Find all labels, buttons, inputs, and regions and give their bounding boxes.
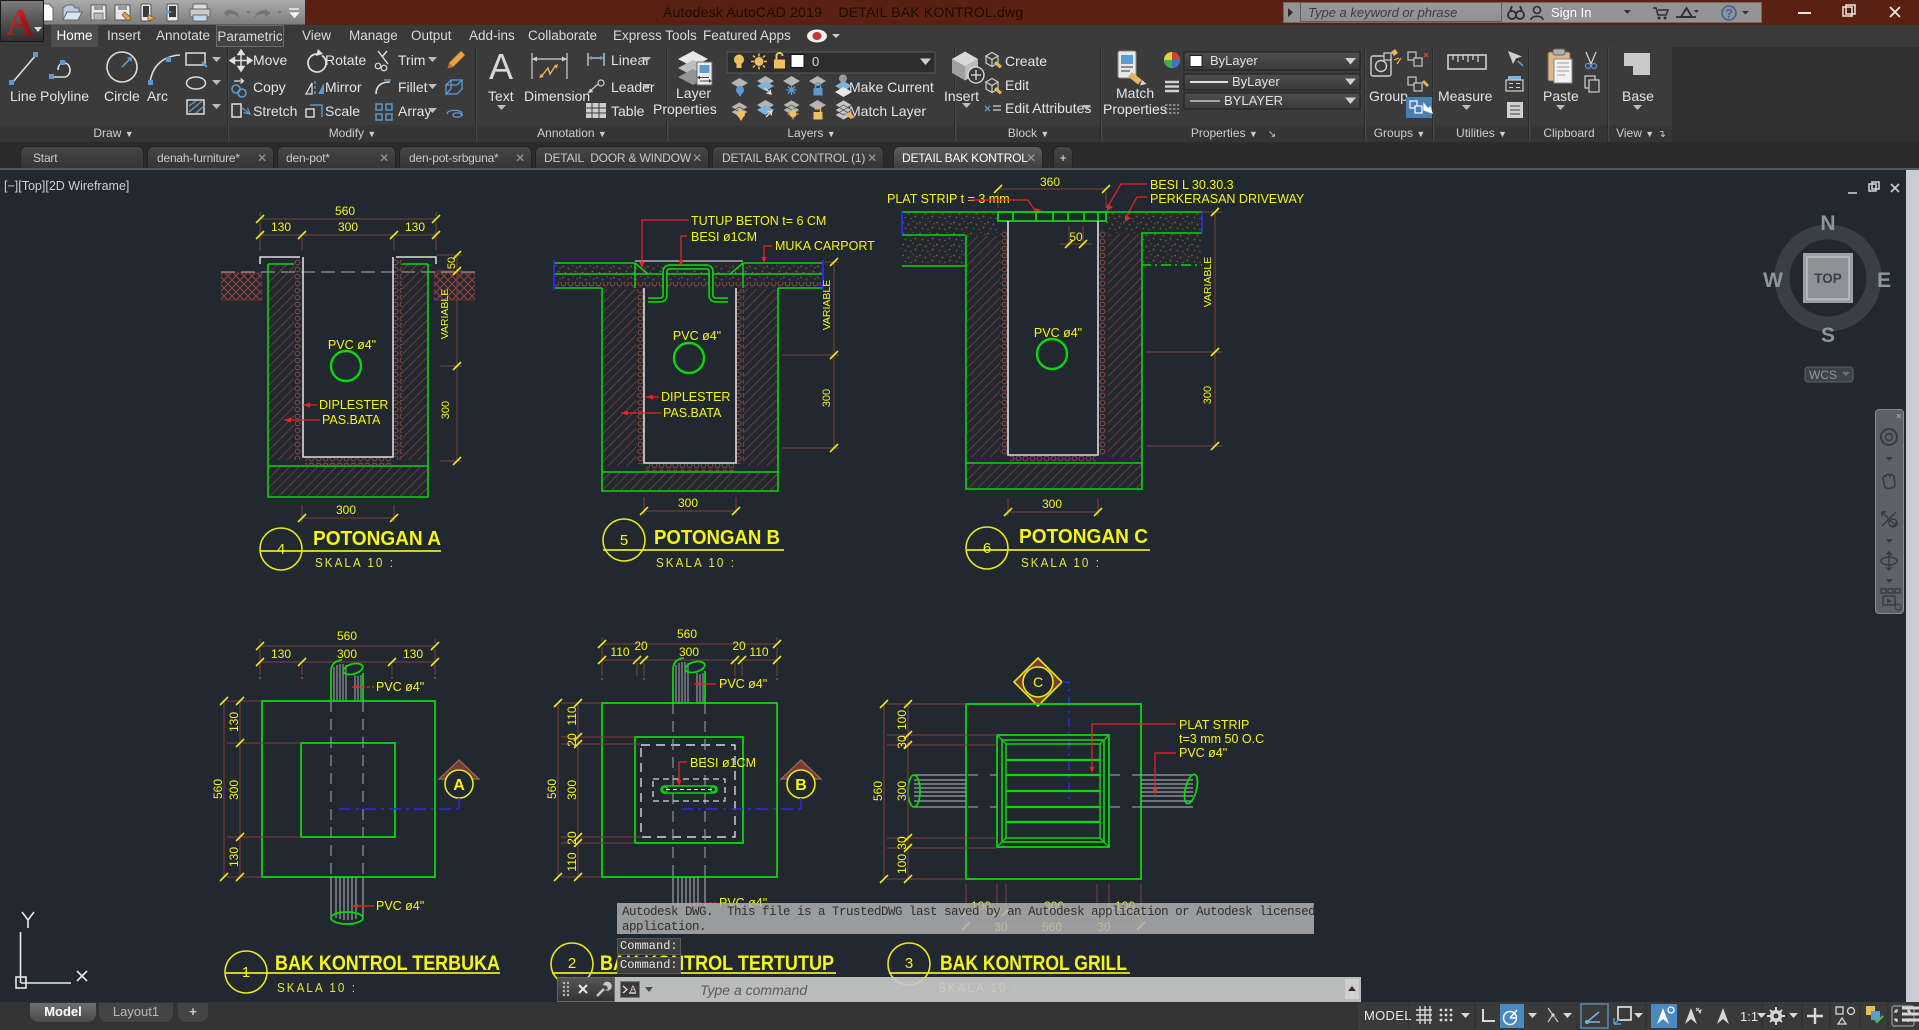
- svg-text:E: E: [1877, 269, 1891, 292]
- svg-text:PAS.BATA: PAS.BATA: [322, 413, 381, 427]
- svg-text:PVC ø4": PVC ø4": [376, 680, 424, 694]
- svg-text:VARIABLE: VARIABLE: [821, 280, 833, 331]
- svg-text:30: 30: [895, 735, 909, 749]
- svg-text:B: B: [795, 777, 807, 794]
- svg-text:20: 20: [634, 639, 648, 653]
- svg-text:4: 4: [277, 541, 285, 558]
- svg-text:PERKERASAN DRIVEWAY: PERKERASAN DRIVEWAY: [1150, 192, 1305, 206]
- svg-text:130: 130: [227, 847, 241, 867]
- svg-text:6: 6: [983, 540, 991, 557]
- svg-text:PVC ø4": PVC ø4": [1179, 746, 1227, 760]
- svg-text:PVC ø4": PVC ø4": [376, 899, 424, 913]
- svg-text:560: 560: [545, 779, 559, 799]
- svg-text:110: 110: [749, 645, 768, 659]
- svg-text:300: 300: [336, 503, 356, 517]
- svg-text:PVC ø4": PVC ø4": [719, 677, 767, 691]
- svg-text:300: 300: [678, 496, 698, 510]
- svg-text:20: 20: [565, 831, 579, 845]
- svg-text:VARIABLE: VARIABLE: [439, 289, 451, 340]
- svg-text:560: 560: [871, 781, 885, 801]
- svg-text:560: 560: [335, 204, 355, 218]
- svg-text:130: 130: [271, 647, 291, 661]
- svg-text:BYLAYER: BYLAYER: [1224, 93, 1283, 108]
- svg-text:1:1: 1:1: [1740, 1009, 1758, 1024]
- svg-text:100: 100: [895, 710, 909, 730]
- svg-text:BESI ø1CM: BESI ø1CM: [691, 230, 757, 244]
- svg-text:SKALA 10 :: SKALA 10 :: [1021, 556, 1101, 570]
- svg-text:S: S: [1821, 324, 1835, 347]
- svg-text:560: 560: [211, 779, 225, 799]
- svg-text:SKALA 10 :: SKALA 10 :: [277, 981, 357, 995]
- svg-text:?: ?: [1725, 7, 1732, 21]
- svg-text:POTONGAN B: POTONGAN B: [654, 526, 780, 549]
- svg-text:110: 110: [565, 852, 579, 871]
- svg-text:DIPLESTER: DIPLESTER: [661, 390, 730, 404]
- svg-text:A: A: [489, 47, 513, 87]
- svg-text:POTONGAN C: POTONGAN C: [1019, 525, 1148, 548]
- svg-text:ByLayer: ByLayer: [1232, 74, 1280, 89]
- svg-text:130: 130: [227, 712, 241, 732]
- svg-text:TUTUP BETON t= 6 CM: TUTUP BETON t= 6 CM: [691, 214, 826, 228]
- svg-text:N: N: [1820, 212, 1835, 235]
- svg-text:360: 360: [1040, 175, 1060, 189]
- svg-text:C: C: [1033, 674, 1043, 690]
- svg-text:BESI L 30.30.3: BESI L 30.30.3: [1150, 178, 1234, 192]
- svg-text:MUKA CARPORT: MUKA CARPORT: [775, 239, 875, 253]
- svg-text:300: 300: [1042, 497, 1062, 511]
- svg-text:130: 130: [405, 220, 425, 234]
- svg-text:WCS: WCS: [1809, 368, 1837, 382]
- svg-text:t=3 mm 50 O.C: t=3 mm 50 O.C: [1179, 732, 1264, 746]
- svg-text:SKALA 10 :: SKALA 10 :: [656, 556, 736, 570]
- svg-text:300: 300: [227, 780, 241, 800]
- svg-text:560: 560: [337, 629, 357, 643]
- svg-text:300: 300: [338, 220, 358, 234]
- svg-text:0: 0: [812, 54, 819, 69]
- svg-text:A: A: [453, 777, 465, 794]
- svg-text:PVC ø4": PVC ø4": [328, 338, 376, 352]
- svg-text:1: 1: [242, 964, 250, 981]
- svg-text:300: 300: [895, 781, 909, 801]
- svg-text:110: 110: [565, 706, 579, 725]
- svg-text:300: 300: [821, 389, 833, 407]
- svg-text:50: 50: [446, 257, 458, 269]
- svg-text:300: 300: [679, 645, 699, 659]
- svg-text:[−][Top][2D Wireframe]: [−][Top][2D Wireframe]: [4, 179, 129, 193]
- svg-text:TOP: TOP: [1814, 271, 1842, 286]
- svg-text:20: 20: [565, 733, 579, 747]
- svg-text:POTONGAN A: POTONGAN A: [313, 527, 441, 550]
- svg-text:300: 300: [440, 401, 452, 419]
- svg-text:PLAT STRIP: PLAT STRIP: [1179, 718, 1249, 732]
- svg-text:50: 50: [1069, 230, 1083, 244]
- svg-text:3: 3: [905, 955, 913, 972]
- svg-text:110: 110: [610, 645, 629, 659]
- svg-text:ByLayer: ByLayer: [1210, 53, 1258, 68]
- svg-text:300: 300: [1202, 386, 1214, 404]
- svg-text:A: A: [630, 984, 636, 994]
- svg-text:SKALA 10 :: SKALA 10 :: [315, 556, 395, 570]
- svg-text:300: 300: [565, 780, 579, 800]
- svg-text:PLAT STRIP t = 3 mm: PLAT STRIP t = 3 mm: [887, 192, 1010, 206]
- svg-text:30: 30: [895, 836, 909, 850]
- svg-text:5: 5: [620, 532, 628, 549]
- svg-text:560: 560: [677, 627, 697, 641]
- svg-text:W: W: [1763, 269, 1783, 292]
- svg-text:20: 20: [732, 639, 746, 653]
- svg-text:PVC ø4": PVC ø4": [1034, 326, 1082, 340]
- svg-text:DIPLESTER: DIPLESTER: [319, 398, 388, 412]
- svg-text:BAK KONTROL GRILL: BAK KONTROL GRILL: [940, 952, 1127, 975]
- svg-text:130: 130: [403, 647, 423, 661]
- svg-text:300: 300: [337, 647, 357, 661]
- svg-text:BAK KONTROL TERBUKA: BAK KONTROL TERBUKA: [275, 952, 500, 975]
- svg-text:100: 100: [895, 854, 909, 874]
- svg-text:BESI ø1CM: BESI ø1CM: [690, 756, 756, 770]
- svg-text:PAS.BATA: PAS.BATA: [663, 406, 722, 420]
- svg-text:PVC ø4": PVC ø4": [673, 329, 721, 343]
- svg-text:2: 2: [568, 955, 576, 972]
- svg-text:130: 130: [271, 220, 291, 234]
- svg-text:Sign In: Sign In: [1551, 5, 1591, 20]
- svg-text:VARIABLE: VARIABLE: [1202, 257, 1214, 308]
- svg-text:A: A: [6, 2, 34, 44]
